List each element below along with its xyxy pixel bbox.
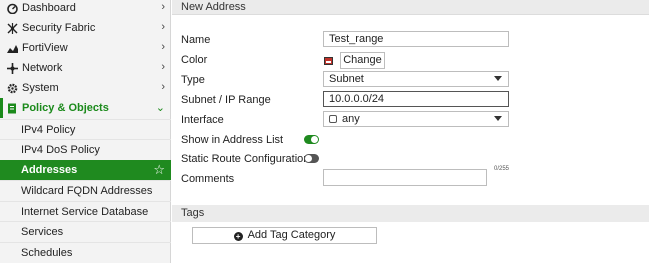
- caret-down-icon: [494, 116, 502, 121]
- add-tag-category-label: Add Tag Category: [247, 229, 336, 241]
- chevron-right-icon: ›: [161, 21, 165, 33]
- nav-item-dashboard[interactable]: Dashboard ›: [0, 0, 171, 18]
- sidebar-item-label: IPv4 Policy: [21, 123, 76, 136]
- sidebar-item-services[interactable]: Services: [0, 221, 171, 241]
- name-label: Name: [181, 34, 211, 46]
- chevron-right-icon: ›: [161, 1, 165, 13]
- sidebar-item-wildcard-fqdn[interactable]: Wildcard FQDN Addresses: [0, 180, 171, 200]
- nav-item-fortiview[interactable]: FortiView ›: [0, 38, 171, 58]
- chevron-down-icon: ⌄: [155, 102, 165, 114]
- sidebar-item-addresses[interactable]: Addresses ☆: [0, 160, 171, 180]
- show-in-list-label: Show in Address List: [181, 134, 284, 146]
- policy-objects-icon: [6, 102, 18, 114]
- type-select-value: Subnet: [329, 73, 364, 85]
- change-color-button[interactable]: Change: [340, 52, 385, 69]
- sidebar-item-label: Addresses: [21, 164, 78, 176]
- sidebar-item-ipv4-dos-policy[interactable]: IPv4 DoS Policy: [0, 139, 171, 159]
- chevron-right-icon: ›: [161, 81, 165, 93]
- add-tag-category-button[interactable]: + Add Tag Category: [192, 227, 377, 244]
- show-in-list-toggle[interactable]: [304, 135, 319, 144]
- nav-item-system[interactable]: System ›: [0, 78, 171, 98]
- interface-select-value: any: [342, 113, 360, 125]
- nav-item-policy-objects[interactable]: Policy & Objects ⌄: [0, 98, 171, 118]
- color-label: Color: [181, 54, 208, 66]
- interface-label: Interface: [181, 114, 224, 126]
- sidebar-item-ipv4-policy[interactable]: IPv4 Policy: [0, 119, 171, 139]
- sidebar-item-label: IPv4 DoS Policy: [21, 143, 100, 156]
- nav-item-network[interactable]: Network ›: [0, 58, 171, 78]
- dashboard-icon: [6, 2, 18, 14]
- type-select[interactable]: Subnet: [323, 71, 509, 87]
- sidebar-item-internet-service-db[interactable]: Internet Service Database: [0, 201, 171, 221]
- page-title: New Address: [172, 0, 649, 15]
- type-label: Type: [181, 74, 205, 86]
- nav-label: System: [22, 82, 59, 94]
- chevron-right-icon: ›: [161, 61, 165, 73]
- gear-icon: [6, 82, 18, 94]
- main-panel: New Address Name Test_range Color Change…: [172, 0, 649, 263]
- chevron-right-icon: ›: [161, 41, 165, 53]
- nav-label: FortiView: [22, 42, 68, 54]
- nav-item-security-fabric[interactable]: Security Fabric ›: [0, 18, 171, 38]
- caret-down-icon: [494, 76, 502, 81]
- sidebar: Dashboard › Security Fabric › FortiView …: [0, 0, 171, 263]
- comments-label: Comments: [181, 173, 235, 185]
- toggle-knob: [311, 136, 318, 143]
- name-field[interactable]: Test_range: [323, 31, 509, 47]
- network-icon: [6, 62, 18, 74]
- toggle-knob: [305, 155, 312, 162]
- comments-field[interactable]: [323, 169, 487, 186]
- subnet-field[interactable]: 10.0.0.0/24: [323, 91, 509, 107]
- comments-counter: 0/255: [494, 166, 510, 172]
- static-route-label: Static Route Configuration: [181, 153, 310, 165]
- static-route-toggle[interactable]: [304, 154, 319, 163]
- interface-select[interactable]: any: [323, 111, 509, 127]
- tags-section-label: Tags: [172, 205, 649, 222]
- sidebar-item-label: Schedules: [21, 246, 73, 259]
- security-fabric-icon: [6, 22, 18, 34]
- plus-circle-icon: +: [233, 232, 243, 241]
- nav-label: Policy & Objects: [22, 102, 109, 114]
- interface-icon: [329, 115, 337, 123]
- nav-label: Security Fabric: [22, 22, 96, 34]
- sidebar-item-schedules[interactable]: Schedules: [0, 242, 171, 262]
- nav-label: Dashboard: [22, 2, 76, 14]
- color-swatch: [324, 57, 333, 65]
- sidebar-item-label: Internet Service Database: [21, 205, 149, 218]
- sidebar-item-label: Services: [21, 225, 64, 238]
- subnet-label: Subnet / IP Range: [181, 94, 271, 106]
- nav-label: Network: [22, 62, 63, 74]
- star-icon[interactable]: ☆: [153, 162, 165, 178]
- fortiview-icon: [6, 42, 18, 54]
- sidebar-item-label: Wildcard FQDN Addresses: [21, 184, 153, 197]
